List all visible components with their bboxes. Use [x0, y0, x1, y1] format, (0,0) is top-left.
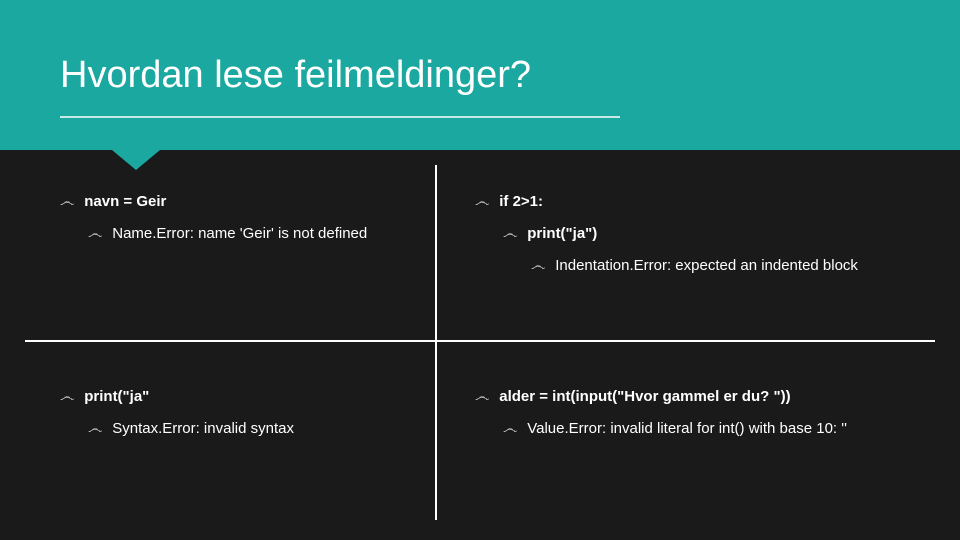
list-item: ෴ navn = Geir	[60, 190, 415, 214]
code-line: print("ja")	[527, 222, 597, 246]
code-line: alder = int(input("Hvor gammel er du? ")…	[499, 385, 790, 409]
cell-top-left: ෴ navn = Geir ෴ Name.Error: name 'Geir' …	[40, 160, 435, 264]
list-item: ෴ Name.Error: name 'Geir' is not defined	[60, 222, 415, 246]
bullet-icon: ෴	[503, 417, 517, 441]
list-item: ෴ print("ja"	[60, 385, 415, 409]
bullet-icon: ෴	[503, 222, 517, 246]
code-line: print("ja"	[84, 385, 149, 409]
error-text: Value.Error: invalid literal for int() w…	[527, 417, 847, 441]
error-text: Name.Error: name 'Geir' is not defined	[112, 222, 367, 246]
list-item: ෴ alder = int(input("Hvor gammel er du? …	[475, 385, 915, 409]
bullet-icon: ෴	[60, 190, 74, 214]
horizontal-divider	[25, 340, 935, 342]
bullet-icon: ෴	[475, 190, 489, 214]
cell-bottom-right: ෴ alder = int(input("Hvor gammel er du? …	[455, 355, 935, 459]
list-item: ෴ if 2>1:	[475, 190, 915, 214]
error-text: Indentation.Error: expected an indented …	[555, 254, 858, 278]
bullet-icon: ෴	[88, 417, 102, 441]
vertical-divider	[435, 165, 437, 520]
cell-top-right: ෴ if 2>1: ෴ print("ja") ෴ Indentation.Er…	[455, 160, 935, 296]
error-text: Syntax.Error: invalid syntax	[112, 417, 294, 441]
bullet-icon: ෴	[531, 254, 545, 278]
code-line: if 2>1:	[499, 190, 543, 214]
list-item: ෴ Syntax.Error: invalid syntax	[60, 417, 415, 441]
bullet-icon: ෴	[475, 385, 489, 409]
title-underline	[60, 116, 620, 118]
bullet-icon: ෴	[88, 222, 102, 246]
list-item: ෴ Value.Error: invalid literal for int()…	[475, 417, 915, 441]
slide-header: Hvordan lese feilmeldinger?	[0, 0, 960, 150]
code-line: navn = Geir	[84, 190, 166, 214]
list-item: ෴ Indentation.Error: expected an indente…	[475, 254, 915, 278]
list-item: ෴ print("ja")	[475, 222, 915, 246]
bullet-icon: ෴	[60, 385, 74, 409]
slide-title: Hvordan lese feilmeldinger?	[60, 54, 531, 97]
content-grid: ෴ navn = Geir ෴ Name.Error: name 'Geir' …	[0, 150, 960, 540]
cell-bottom-left: ෴ print("ja" ෴ Syntax.Error: invalid syn…	[40, 355, 435, 459]
